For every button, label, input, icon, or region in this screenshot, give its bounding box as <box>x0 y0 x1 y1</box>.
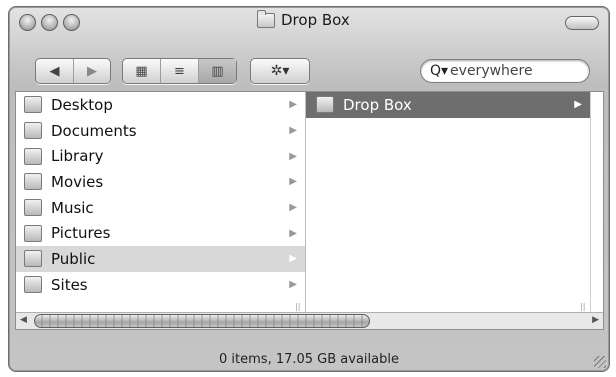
column-home: Desktop ▶ Documents ▶ Library ▶ Movies ▶… <box>16 92 306 313</box>
scroll-right-icon[interactable]: ▶ <box>592 315 599 325</box>
movies-folder-icon <box>24 173 42 191</box>
list-view-icon: ≡ <box>174 63 185 79</box>
zoom-button[interactable] <box>63 14 80 31</box>
back-arrow-icon: ◀ <box>49 63 60 79</box>
list-item-music[interactable]: Music ▶ <box>16 195 305 221</box>
column-resize-grip[interactable]: || <box>580 303 586 311</box>
search-field[interactable]: Q▾ <box>420 59 590 83</box>
horizontal-scrollbar[interactable]: ◀ ▶ <box>16 312 603 329</box>
column-resize-grip[interactable]: || <box>295 303 301 311</box>
music-folder-icon <box>24 199 42 217</box>
list-item-label: Library <box>51 147 104 166</box>
back-forward-control: ◀ ▶ <box>35 58 111 84</box>
list-item-label: Desktop <box>51 95 113 114</box>
disclosure-arrow-icon: ▶ <box>289 202 297 214</box>
list-item-label: Music <box>51 198 94 217</box>
toolbar-toggle-button[interactable] <box>565 16 599 30</box>
public-folder-icon <box>24 250 42 268</box>
disclosure-arrow-icon: ▶ <box>289 279 297 291</box>
scroll-left-icon[interactable]: ◀ <box>20 315 27 325</box>
disclosure-arrow-icon: ▶ <box>289 99 297 111</box>
action-menu-button[interactable]: ✲▾ <box>250 58 310 84</box>
forward-arrow-icon: ▶ <box>87 63 97 79</box>
icon-view-icon: ▦ <box>135 63 148 79</box>
list-item-label: Drop Box <box>343 95 412 114</box>
disclosure-arrow-icon: ▶ <box>574 99 582 111</box>
resize-handle-icon[interactable] <box>594 356 606 368</box>
search-icon[interactable]: Q▾ <box>430 63 448 79</box>
title-bar[interactable]: Drop Box <box>9 7 609 35</box>
gear-icon: ✲▾ <box>270 63 290 79</box>
view-mode-control: ▦ ≡ ▥ <box>122 58 237 84</box>
list-item-movies[interactable]: Movies ▶ <box>16 169 305 195</box>
dropbox-folder-icon <box>316 96 334 114</box>
list-view-button[interactable]: ≡ <box>161 59 198 83</box>
list-item-label: Sites <box>51 275 88 294</box>
list-item-public[interactable]: Public ▶ <box>16 246 305 272</box>
list-item-sites[interactable]: Sites ▶ <box>16 272 305 298</box>
folder-icon <box>257 9 275 28</box>
finder-window: Drop Box ◀ ▶ ▦ ≡ ▥ ✲▾ Q▾ Desktop ▶ <box>8 6 610 372</box>
list-item-drop-box[interactable]: Drop Box ▶ <box>306 92 590 118</box>
disclosure-arrow-icon: ▶ <box>289 125 297 137</box>
column-view-icon: ▥ <box>211 63 224 79</box>
disclosure-arrow-icon: ▶ <box>289 253 297 265</box>
scroll-thumb[interactable] <box>34 314 370 328</box>
icon-view-button[interactable]: ▦ <box>123 59 160 83</box>
desktop-icon <box>24 96 42 114</box>
sites-folder-icon <box>24 276 42 294</box>
search-input[interactable] <box>450 63 575 79</box>
disclosure-arrow-icon: ▶ <box>289 150 297 162</box>
column-browser: Desktop ▶ Documents ▶ Library ▶ Movies ▶… <box>15 91 604 330</box>
disclosure-arrow-icon: ▶ <box>289 227 297 239</box>
list-item-documents[interactable]: Documents ▶ <box>16 118 305 144</box>
list-item-label: Documents <box>51 121 137 140</box>
list-item-label: Public <box>51 249 96 268</box>
list-item-desktop[interactable]: Desktop ▶ <box>16 92 305 118</box>
column-view-button[interactable]: ▥ <box>199 59 236 83</box>
back-button[interactable]: ◀ <box>36 59 73 83</box>
forward-button[interactable]: ▶ <box>74 59 110 83</box>
list-item-label: Pictures <box>51 224 111 243</box>
window-title-text: Drop Box <box>281 11 350 29</box>
library-folder-icon <box>24 147 42 165</box>
window-title: Drop Box <box>257 9 350 29</box>
pictures-folder-icon <box>24 224 42 242</box>
status-bar: 0 items, 17.05 GB available <box>219 352 399 367</box>
disclosure-arrow-icon: ▶ <box>289 176 297 188</box>
column-public: Drop Box ▶ || <box>306 92 591 313</box>
list-item-pictures[interactable]: Pictures ▶ <box>16 220 305 246</box>
documents-folder-icon <box>24 122 42 140</box>
close-button[interactable] <box>19 14 36 31</box>
minimize-button[interactable] <box>41 14 58 31</box>
list-item-library[interactable]: Library ▶ <box>16 143 305 169</box>
list-item-label: Movies <box>51 172 104 191</box>
